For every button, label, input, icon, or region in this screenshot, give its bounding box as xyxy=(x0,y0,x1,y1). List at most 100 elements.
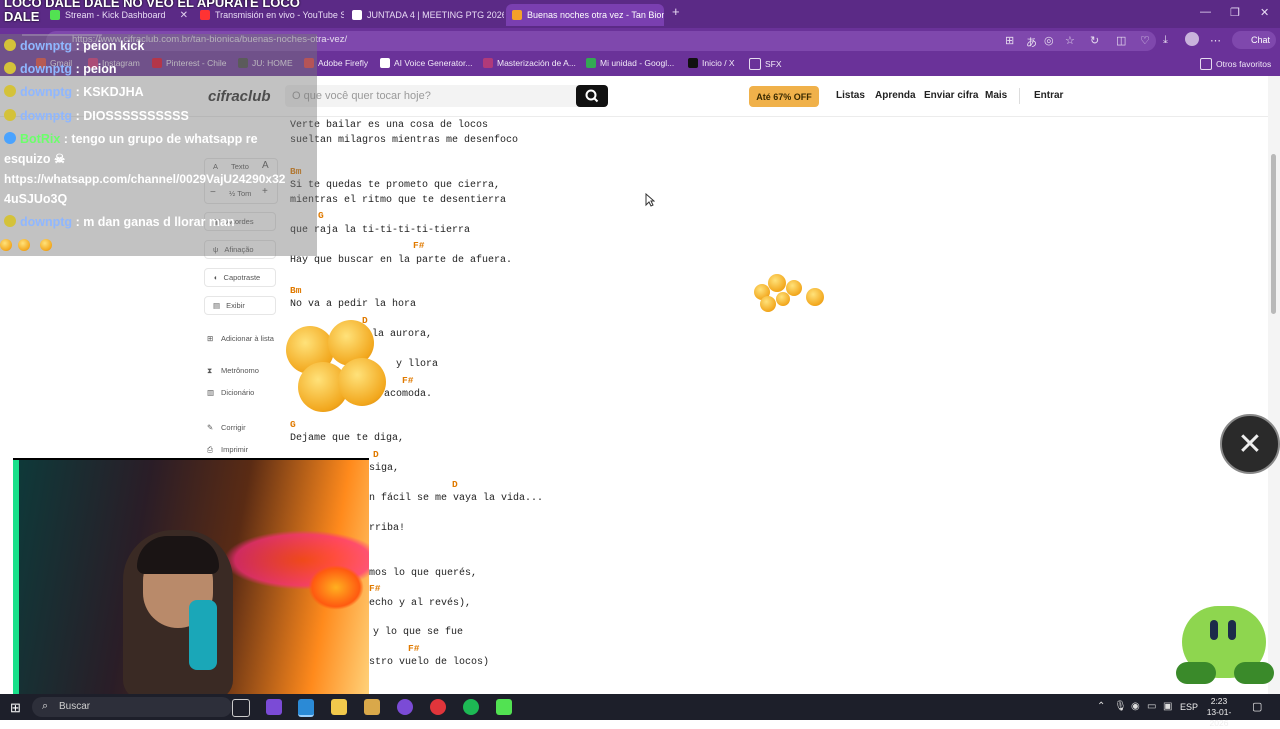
obs-icon[interactable] xyxy=(430,699,446,715)
bookmark-drive[interactable]: Mi unidad - Googl... xyxy=(586,58,674,68)
nav-mais[interactable]: Mais xyxy=(985,90,1007,101)
lyric-line: sueltan milagros mientras me desenfoco xyxy=(290,135,519,146)
minimize-icon[interactable]: — xyxy=(1200,6,1211,18)
edge-icon[interactable] xyxy=(298,699,314,717)
bookmark-label: SFX xyxy=(765,59,782,69)
nav-entrar[interactable]: Entrar xyxy=(1034,90,1063,101)
lyric-line: que raja la ti-ti-ti-ti-tierra xyxy=(290,225,471,236)
spotify-icon[interactable] xyxy=(463,699,479,715)
monitor-icon[interactable]: ▭ xyxy=(1147,701,1156,712)
mic-icon[interactable]: 🎙 xyxy=(1114,701,1127,712)
download-icon[interactable]: ⤓ xyxy=(1163,34,1168,47)
x-icon xyxy=(688,58,698,68)
chord[interactable]: D xyxy=(373,449,379,460)
file-explorer-icon[interactable] xyxy=(331,699,347,715)
chat-text: esquizo xyxy=(4,152,51,166)
chord[interactable]: F# xyxy=(413,240,424,251)
promo-button[interactable]: Até 67% OFF xyxy=(749,86,819,107)
copilot-chat-button[interactable]: Chat xyxy=(1232,31,1276,49)
notifications-icon[interactable]: ▢ xyxy=(1252,700,1262,713)
chat-text: : DIOSSSSSSSSSS xyxy=(75,109,189,123)
chat-username: downptg xyxy=(20,39,73,53)
app-icon[interactable]: ⊞ xyxy=(1005,34,1014,47)
folder-icon xyxy=(749,58,761,70)
nav-aprenda[interactable]: Aprenda xyxy=(875,90,916,101)
bookmark-sfx[interactable]: SFX xyxy=(749,58,782,70)
lyric-line: rriba! xyxy=(369,523,406,534)
tab-label: Buenas noches otra vez - Tan Bion xyxy=(527,10,664,20)
maximize-icon[interactable]: ❐ xyxy=(1230,6,1240,19)
music-icon xyxy=(483,58,493,68)
lyric-line: mos lo que querés, xyxy=(369,568,478,579)
cifraclub-icon xyxy=(512,10,522,20)
bookmark-label: Adobe Firefly xyxy=(318,58,369,68)
tray-app-icon[interactable]: ◉ xyxy=(1131,701,1140,712)
kick-icon[interactable] xyxy=(496,699,512,715)
search-button[interactable] xyxy=(576,85,608,107)
metronomo-link[interactable]: Metrônomo xyxy=(221,366,259,375)
lyric-line: siga, xyxy=(369,463,400,474)
translate-icon[interactable]: あ xyxy=(1026,34,1037,50)
other-favorites[interactable]: Otros favoritos xyxy=(1200,58,1271,70)
edit-icon: ✎ xyxy=(207,423,214,432)
bookmark-label: Mi unidad - Googl... xyxy=(600,58,675,68)
lyric-line: Dejame que te diga, xyxy=(290,433,405,444)
copilot-icon[interactable] xyxy=(266,699,282,715)
webcam-feed xyxy=(13,458,369,696)
dicionario-link[interactable]: Dicionário xyxy=(221,388,254,397)
split-screen-icon[interactable]: ◫ xyxy=(1116,34,1126,47)
lyric-line: Si te quedas te prometo que cierra, xyxy=(290,180,501,191)
chat-username: BotRix xyxy=(20,132,61,146)
chat-text: : peion kick xyxy=(75,39,145,53)
chord[interactable]: Bm xyxy=(290,285,301,296)
chat-username: downptg xyxy=(20,85,73,99)
more-menu-icon[interactable]: ⋯ xyxy=(1210,34,1221,47)
windows-start-icon[interactable]: ⊞ xyxy=(10,700,21,716)
nav-enviar-cifra[interactable]: Enviar cifra xyxy=(924,90,978,101)
bookmark-ai-voice[interactable]: AI Voice Generator... xyxy=(380,58,472,68)
skull-icon: ☠ xyxy=(54,152,66,166)
profile-avatar[interactable] xyxy=(1185,32,1199,46)
refresh-icon[interactable]: ↻ xyxy=(1090,34,1099,47)
chord[interactable]: G xyxy=(318,210,324,221)
chat-text: : peion xyxy=(75,62,117,76)
favorite-star-icon[interactable]: ☆ xyxy=(1065,34,1075,47)
imprimir-link[interactable]: Imprimir xyxy=(221,445,248,454)
network-icon[interactable]: ▣ xyxy=(1163,701,1172,712)
chord[interactable]: F# xyxy=(369,583,380,594)
app-icon[interactable] xyxy=(364,699,380,715)
chat-text: : tengo un grupo de whatsapp re xyxy=(63,132,258,146)
tab-meeting[interactable]: JUNTADA 4 | MEETING PTG 2026 ✕ xyxy=(346,4,504,26)
language-indicator[interactable]: ESP xyxy=(1180,702,1198,712)
taskbar-search-label: Buscar xyxy=(59,701,91,712)
print-icon: ⎙ xyxy=(207,445,213,454)
exibir-button[interactable]: ▤ Exibir xyxy=(204,296,276,315)
tray-chevron-icon[interactable]: ⌃ xyxy=(1097,701,1105,712)
chord[interactable]: F# xyxy=(408,643,419,654)
kirby-mascot xyxy=(1176,598,1274,690)
bookmark-masterizacion[interactable]: Masterización de A... xyxy=(483,58,576,68)
chat-link-continued[interactable]: 4uSJUo3Q xyxy=(4,191,67,207)
collections-icon[interactable]: ♡ xyxy=(1140,34,1150,47)
nav-listas[interactable]: Listas xyxy=(836,90,865,101)
discord-icon[interactable] xyxy=(397,699,413,715)
other-favorites-label: Otros favoritos xyxy=(1216,59,1272,69)
badge-icon xyxy=(4,62,16,74)
scrollbar-thumb[interactable] xyxy=(1271,154,1276,314)
tab-cifraclub[interactable]: Buenas noches otra vez - Tan Bion ✕ xyxy=(506,4,664,26)
task-view-icon[interactable] xyxy=(232,699,250,717)
display-icon: ▤ xyxy=(213,301,221,310)
chat-message: downptg : KSKDJHA xyxy=(4,84,144,100)
google-drive-icon xyxy=(586,58,596,68)
bookmark-x[interactable]: Inicio / X xyxy=(688,58,735,68)
extension-icon[interactable]: ◎ xyxy=(1044,34,1054,47)
capotraste-button[interactable]: ◖ Capotraste xyxy=(204,268,276,287)
corrigir-link[interactable]: Corrigir xyxy=(221,423,246,432)
new-tab-button[interactable]: + xyxy=(672,4,680,19)
close-window-icon[interactable]: ✕ xyxy=(1260,6,1269,19)
clock[interactable]: 2:23 13-01-2026 xyxy=(1200,696,1238,729)
chat-link[interactable]: https://whatsapp.com/channel/0029VajU242… xyxy=(4,171,285,187)
adicionar-lista-link[interactable]: Adicionar à lista xyxy=(221,334,274,343)
chord[interactable]: D xyxy=(452,479,458,490)
chord[interactable]: F# xyxy=(402,375,413,386)
